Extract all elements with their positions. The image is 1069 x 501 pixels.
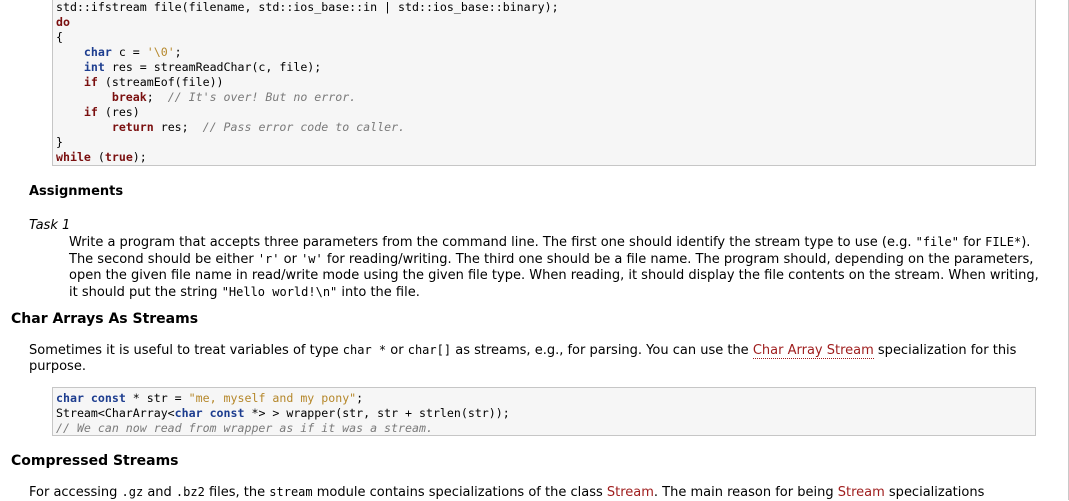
code-block-char-array: char const * str = "me, myself and my po… [52, 387, 1036, 436]
code-line: break; // It's over! But no error. [111, 90, 357, 104]
code-line: { [56, 30, 63, 44]
code-line: do [56, 15, 70, 29]
code-block-stream-read: std::ifstream file(filename, std::ios_ba… [52, 0, 1036, 166]
heading-assignments: Assignments [29, 184, 124, 199]
code-line: if (streamEof(file)) [83, 75, 224, 89]
code-line: char const * str = "me, myself and my po… [56, 391, 364, 405]
code-line: return res; // Pass error code to caller… [111, 120, 406, 134]
stream-link-1[interactable]: Stream [607, 485, 654, 500]
code-line: Stream<CharArray<char const *> > wrapper… [56, 406, 510, 420]
code-line: int res = streamReadChar(c, file); [83, 60, 322, 74]
code-line: } [56, 135, 63, 149]
stream-link-2[interactable]: Stream [838, 485, 885, 500]
heading-compressed-streams: Compressed Streams [11, 453, 179, 469]
char-array-stream-link[interactable]: Char Array Stream [752, 343, 874, 359]
compressed-paragraph: For accessing .gz and .bz2 files, the st… [29, 485, 985, 500]
task-description: Write a program that accepts three param… [69, 235, 1039, 300]
code-line: char c = '\0'; [83, 45, 182, 59]
code-line: if (res) [83, 105, 140, 119]
code-line: while (true); [56, 150, 147, 164]
code-line: // We can now read from wrapper as if it… [56, 421, 433, 435]
heading-char-arrays-as-streams: Char Arrays As Streams [11, 311, 199, 327]
task-label: Task 1 [29, 218, 71, 233]
code-line: std::ifstream file(filename, std::ios_ba… [56, 0, 559, 14]
char-arrays-paragraph: Sometimes it is useful to treat variable… [29, 343, 1017, 374]
